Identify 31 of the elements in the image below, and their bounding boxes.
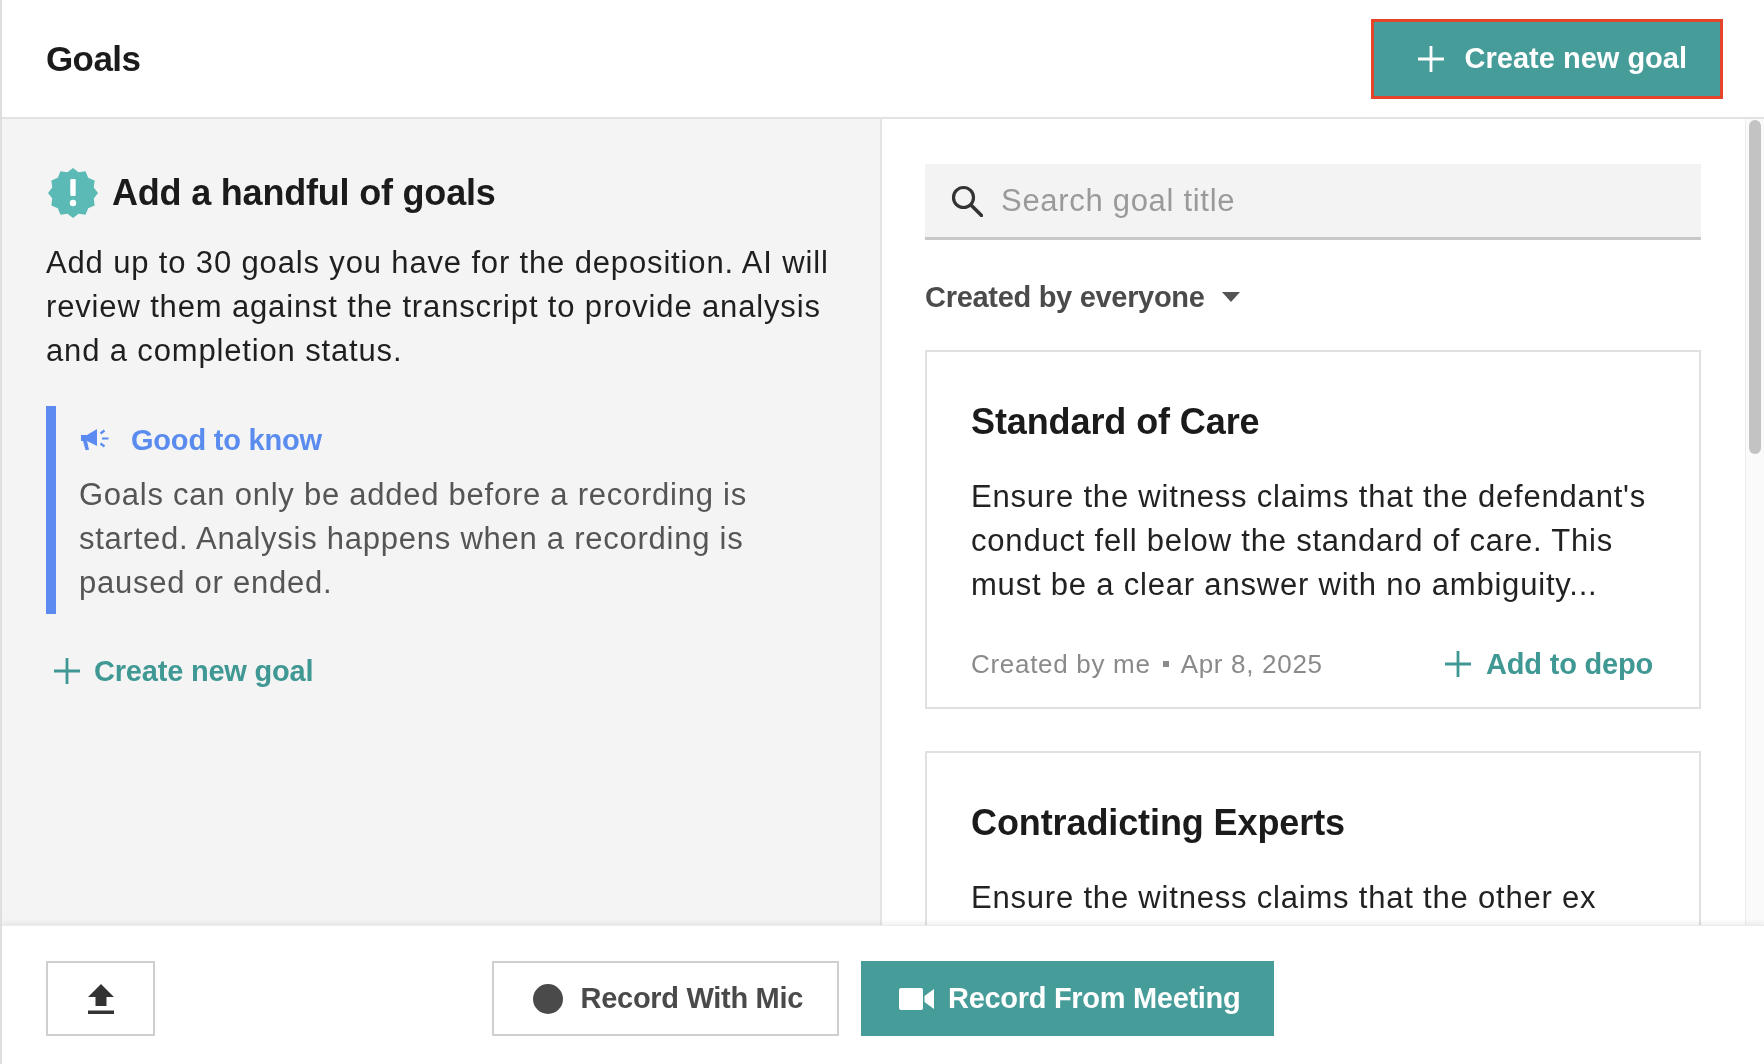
goal-description: Ensure the witness claims that the defendant's conduct fell below the standard of care. This must be a clear answer with no ambiguity... <box>971 478 1648 604</box>
record-with-mic-button[interactable]: Record With Mic <box>491 961 839 1036</box>
caret-icon <box>1221 292 1240 302</box>
plus-icon <box>54 658 80 684</box>
goal-date: Apr 8, 2025 <box>1180 648 1323 680</box>
add-to-depo-link[interactable]: Add to depo <box>1445 647 1653 681</box>
megaphone-icon <box>81 429 109 451</box>
callout-text: Goals can only be added before a recording is started. Analysis happens when a recording is paused or ended. <box>79 476 748 602</box>
panel-heading: Add a handful of goals <box>112 171 496 215</box>
search-field[interactable]: Search goal title <box>925 164 1701 240</box>
filter-dropdown[interactable]: Created by everyone <box>925 280 1240 314</box>
goal-author: Created by me <box>971 648 1151 680</box>
scrollbar[interactable] <box>1745 119 1764 925</box>
video-camera-icon <box>899 987 934 1010</box>
goal-title: Standard of Care <box>971 400 1261 444</box>
goal-title: Contradicting Experts <box>971 801 1346 845</box>
page-title: Goals <box>46 38 141 79</box>
record-dot-icon <box>532 983 563 1014</box>
plus-icon <box>1417 45 1444 72</box>
upload-icon <box>87 983 114 1014</box>
record-from-meeting-button[interactable]: Record From Meeting <box>861 961 1275 1036</box>
callout-title: Good to know <box>131 423 322 457</box>
create-goal-link[interactable]: Create new goal <box>54 649 314 693</box>
alert-badge-icon <box>48 168 98 218</box>
goal-description: Ensure the witness claims that the other ex <box>971 879 1598 917</box>
create-goal-button[interactable]: Create new goal <box>1370 18 1723 99</box>
intro-text: Add up to 30 goals you have for the deposition. AI will review them against the transcript to provide analysis and a completion status. <box>46 244 830 370</box>
search-icon <box>951 185 983 217</box>
plus-icon <box>1445 651 1472 677</box>
scrollbar-thumb[interactable] <box>1749 120 1761 454</box>
upload-button[interactable] <box>46 961 155 1036</box>
